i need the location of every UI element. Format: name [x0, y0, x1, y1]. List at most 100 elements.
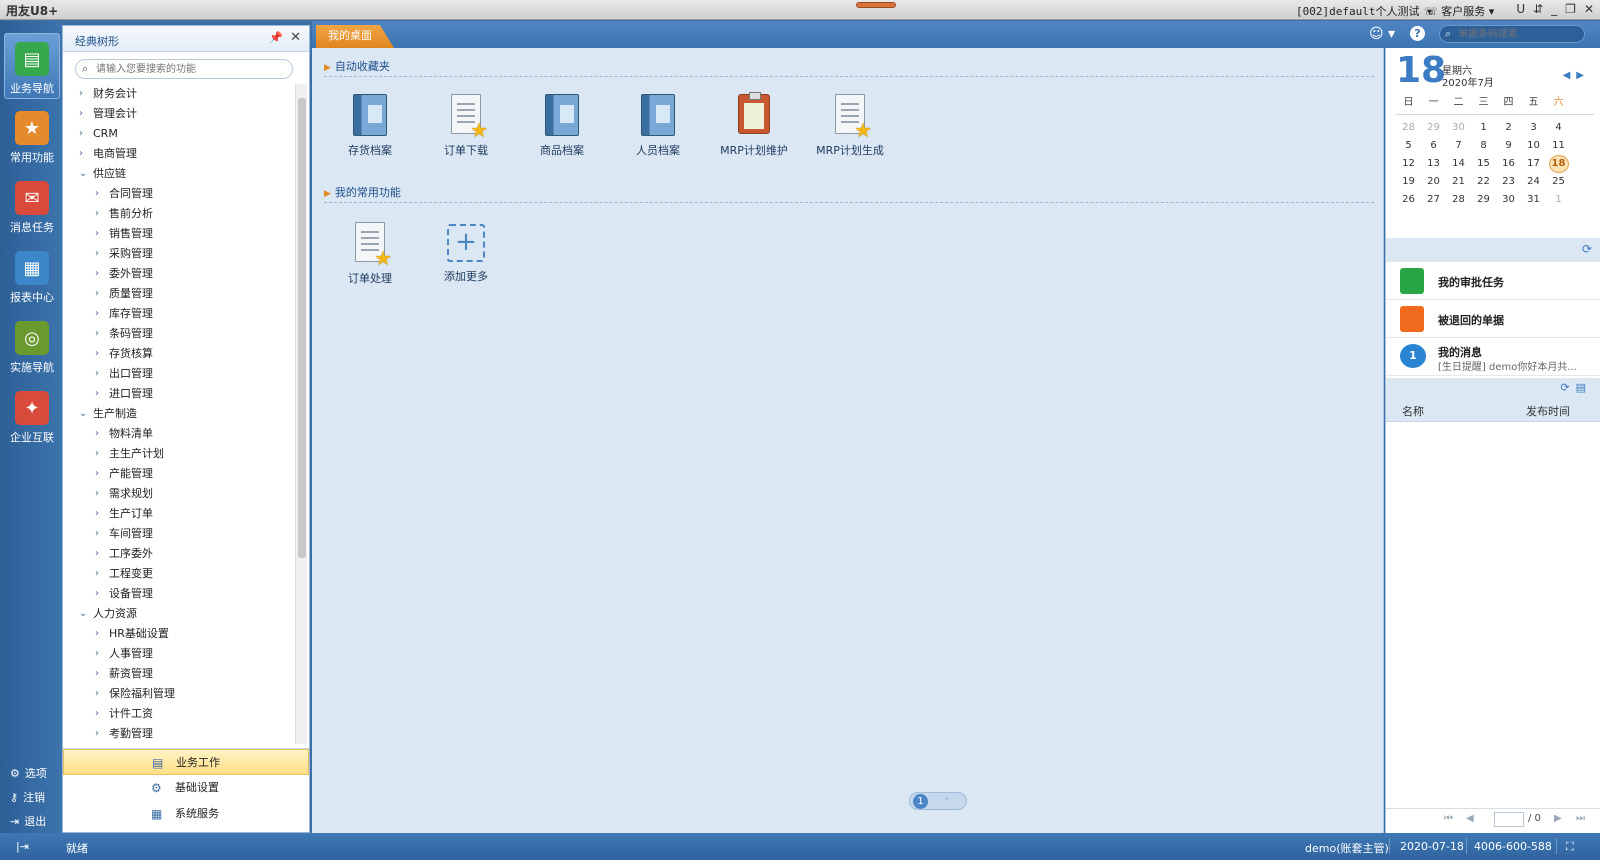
tree-node-item[interactable]: › 物料清单	[63, 424, 293, 444]
calendar-day[interactable]: 4	[1546, 119, 1571, 137]
pin-icon[interactable]: 📌	[269, 31, 283, 44]
tree-node-item[interactable]: › 车间管理	[63, 524, 293, 544]
tree-node-item[interactable]: › 计件工资	[63, 704, 293, 724]
shortcut-inventory-file[interactable]: 存货档案	[332, 94, 408, 170]
minimize-button[interactable]: _	[1551, 2, 1557, 16]
last-page-icon[interactable]: ⏭	[1576, 813, 1585, 824]
shortcut-product-file[interactable]: 商品档案	[524, 94, 600, 170]
collapse-rail-icon[interactable]: |⇥	[16, 840, 29, 853]
chevron-right-icon[interactable]: ›	[95, 424, 99, 444]
tree-node-item[interactable]: › 委外管理	[63, 264, 293, 284]
user-status-icon[interactable]: ☺ ▾	[1369, 26, 1395, 42]
shortcut-mrp-maintain[interactable]: MRP计划维护	[716, 92, 792, 170]
rail-item-enterprise-link[interactable]: ✦ 企业互联	[4, 383, 60, 449]
tree-node-item[interactable]: › 生产订单	[63, 504, 293, 524]
rail-item-common-functions[interactable]: ★ 常用功能	[4, 103, 60, 169]
chevron-right-icon[interactable]: ›	[79, 104, 83, 124]
tree-node-item[interactable]: › 存货核算	[63, 344, 293, 364]
page-number-input[interactable]	[1494, 812, 1524, 827]
refresh-icon[interactable]: ⟳	[1560, 381, 1575, 394]
tree-node-item[interactable]: › 合同管理	[63, 184, 293, 204]
page-next-icon[interactable]: ◦	[944, 794, 950, 805]
calendar-day[interactable]: 24	[1521, 173, 1546, 191]
help-icon[interactable]: ?	[1410, 26, 1425, 41]
prev-page-icon[interactable]: ◀	[1466, 813, 1474, 824]
calendar-day[interactable]: 16	[1496, 155, 1521, 173]
calendar-day[interactable]: 1	[1471, 119, 1496, 137]
options-button[interactable]: ⚙ 选项	[10, 765, 47, 781]
first-page-icon[interactable]: ⏮	[1444, 813, 1453, 824]
calendar-day[interactable]: 27	[1421, 191, 1446, 209]
tree-node-item[interactable]: › 考勤管理	[63, 724, 293, 744]
tree-node-group[interactable]: › 电商管理	[63, 144, 293, 164]
tree-node-group[interactable]: ⌄ 人力资源	[63, 604, 293, 624]
customer-service-menu[interactable]: ☏ 客户服务 ▾	[1424, 3, 1494, 19]
calendar-day[interactable]: 2	[1496, 119, 1521, 137]
calendar-day[interactable]: 17	[1521, 155, 1546, 173]
shortcut-order-download[interactable]: ★ 订单下载	[428, 94, 504, 170]
chevron-right-icon[interactable]: ›	[95, 224, 99, 244]
tree-node-item[interactable]: › HR基础设置	[63, 624, 293, 644]
tree-node-item[interactable]: › 保险福利管理	[63, 684, 293, 704]
refresh-icon[interactable]: ⟳	[1582, 242, 1592, 256]
tree-node-group[interactable]: ⌄ 供应链	[63, 164, 293, 184]
rail-item-report-center[interactable]: ▦ 报表中心	[4, 243, 60, 309]
chevron-right-icon[interactable]: ›	[95, 704, 99, 724]
calendar-day[interactable]: 22	[1471, 173, 1496, 191]
logout-button[interactable]: ⚷ 注销	[10, 789, 45, 805]
chevron-right-icon[interactable]: ›	[79, 84, 83, 104]
window-button-u[interactable]: U	[1516, 2, 1525, 16]
chevron-right-icon[interactable]: ›	[95, 644, 99, 664]
tab-my-desktop[interactable]: 我的桌面	[316, 25, 394, 48]
column-publish-time[interactable]: 发布时间	[1526, 403, 1570, 419]
account-selector[interactable]: [002]default个人测试 ▾	[1296, 3, 1433, 19]
next-month-icon[interactable]: ▶	[1576, 70, 1590, 81]
returned-documents-item[interactable]: 被退回的单据	[1386, 300, 1600, 338]
chevron-right-icon[interactable]: ›	[79, 144, 83, 164]
add-more-button[interactable]: + 添加更多	[428, 222, 504, 298]
calendar-day[interactable]: 7	[1446, 137, 1471, 155]
rail-item-message-task[interactable]: ✉ 消息任务	[4, 173, 60, 239]
tree-node-group[interactable]: › CRM	[63, 124, 293, 144]
chevron-right-icon[interactable]: ›	[95, 684, 99, 704]
chevron-right-icon[interactable]: ›	[95, 264, 99, 284]
auto-favorites-header[interactable]: ▶ 自动收藏夹	[324, 58, 390, 73]
calendar-day[interactable]: 29	[1471, 191, 1496, 209]
close-button[interactable]: ✕	[1584, 2, 1594, 16]
calendar-day[interactable]: 9	[1496, 137, 1521, 155]
calendar-day[interactable]: 30	[1446, 119, 1471, 137]
calendar-day[interactable]: 15	[1471, 155, 1496, 173]
tree-node-item[interactable]: › 库存管理	[63, 304, 293, 324]
calendar-day[interactable]: 26	[1396, 191, 1421, 209]
chevron-right-icon[interactable]: ›	[95, 184, 99, 204]
chevron-right-icon[interactable]: ›	[95, 624, 99, 644]
window-drag-handle[interactable]	[856, 2, 896, 8]
tree-node-group[interactable]: › 管理会计	[63, 104, 293, 124]
page-button-current[interactable]: 1	[913, 794, 928, 809]
module-basic-settings[interactable]: ⚙ 基础设置	[63, 775, 309, 801]
scrollbar-thumb[interactable]	[298, 98, 306, 558]
tree-node-item[interactable]: › 销售管理	[63, 224, 293, 244]
prev-month-icon[interactable]: ◀	[1563, 70, 1577, 81]
function-search-input[interactable]	[96, 62, 286, 76]
tree-node-item[interactable]: › 主生产计划	[63, 444, 293, 464]
calendar-day[interactable]: 20	[1421, 173, 1446, 191]
my-messages-item[interactable]: 1 我的消息 [生日提醒] demo你好本月共...	[1386, 338, 1600, 376]
calendar-day[interactable]: 31	[1521, 191, 1546, 209]
tree-scrollbar[interactable]	[295, 84, 307, 744]
chevron-right-icon[interactable]: ›	[95, 664, 99, 684]
module-system-service[interactable]: ▦ 系统服务	[63, 801, 309, 827]
tree-node-item[interactable]: › 设备管理	[63, 584, 293, 604]
calendar-day[interactable]: 21	[1446, 173, 1471, 191]
approval-tasks-item[interactable]: 我的审批任务	[1386, 262, 1600, 300]
calendar-day[interactable]: 5	[1396, 137, 1421, 155]
tree-node-item[interactable]: › 工程变更	[63, 564, 293, 584]
chevron-right-icon[interactable]: ›	[95, 364, 99, 384]
calendar-day[interactable]: 29	[1421, 119, 1446, 137]
message-list-icon[interactable]: ▤	[1576, 381, 1592, 394]
restore-button[interactable]: ❐	[1565, 2, 1576, 16]
calendar-day[interactable]: 1	[1546, 191, 1571, 209]
chevron-right-icon[interactable]: ›	[95, 384, 99, 404]
tree-node-item[interactable]: › 出口管理	[63, 364, 293, 384]
tree-node-item[interactable]: › 人事管理	[63, 644, 293, 664]
